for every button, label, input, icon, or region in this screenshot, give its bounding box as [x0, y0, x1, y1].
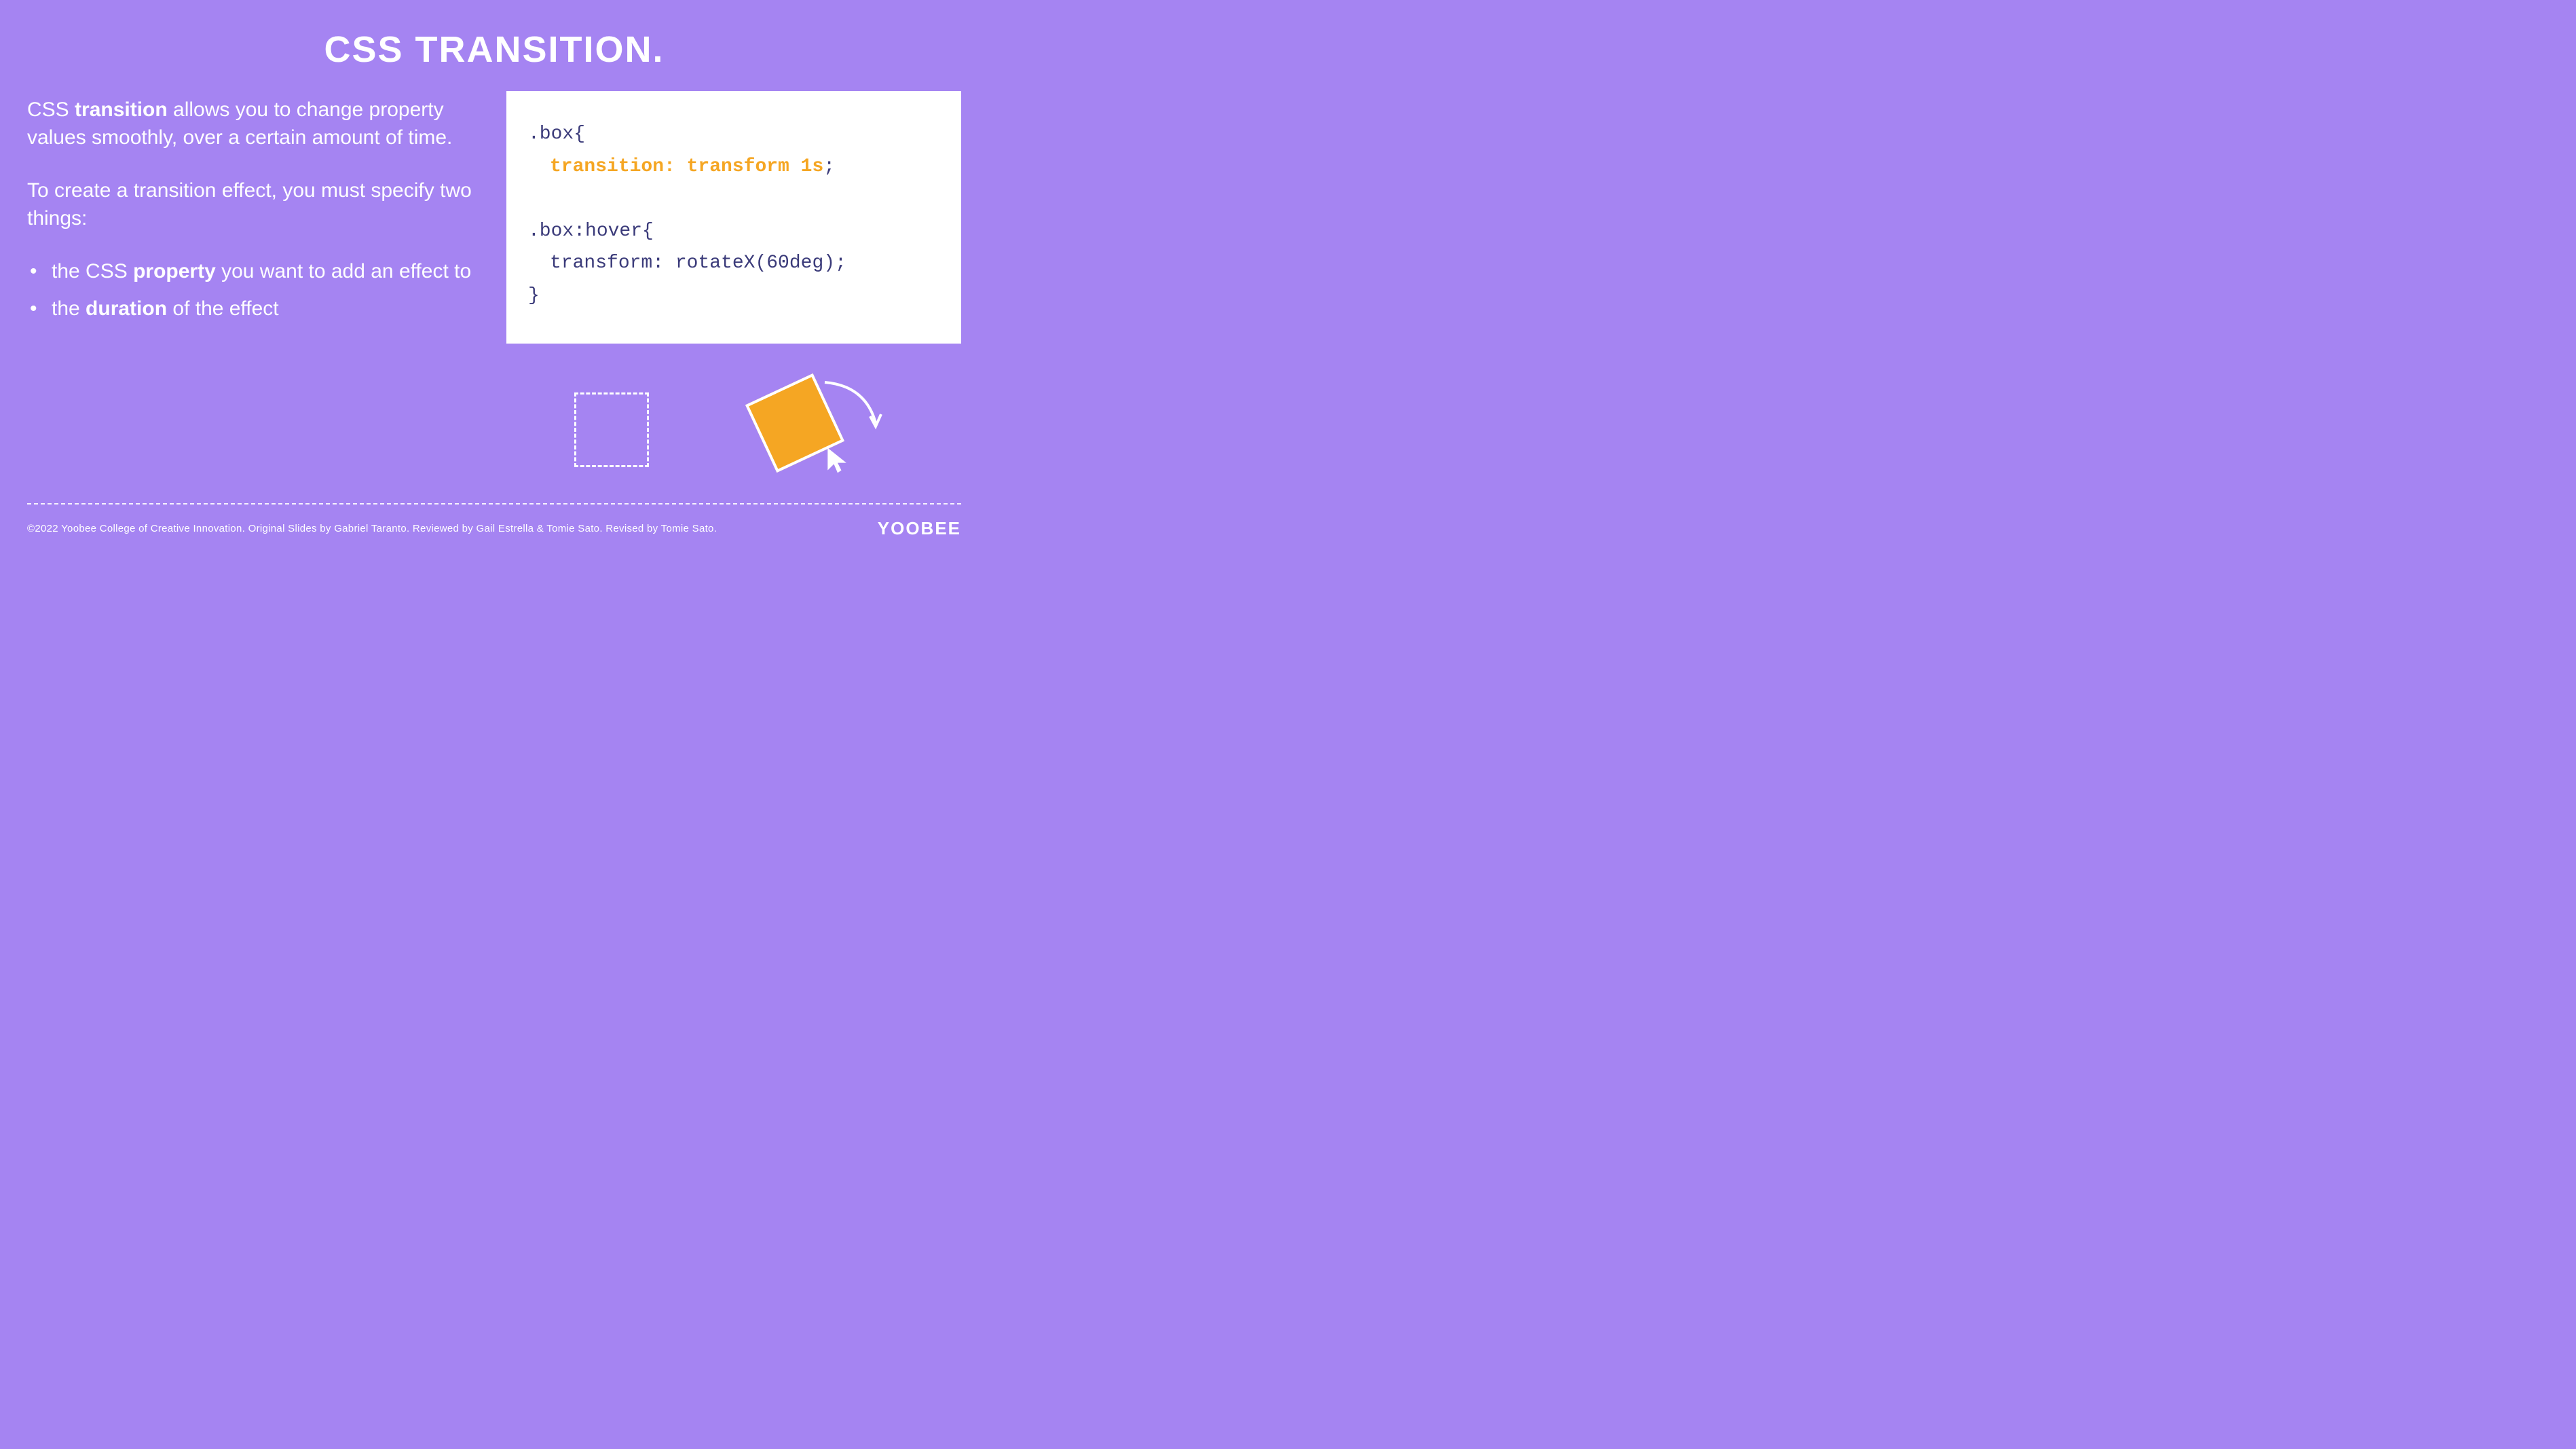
code-line: .box{ — [528, 118, 939, 151]
text-bold: transition — [75, 98, 168, 121]
divider — [27, 503, 961, 505]
text: you want to add an effect to — [216, 260, 471, 282]
yoobee-logo: YOOBEE — [878, 518, 961, 539]
text-bold: duration — [86, 297, 167, 320]
text: ; — [823, 156, 835, 177]
cursor-icon — [823, 445, 853, 475]
list-item: the CSS property you want to add an effe… — [52, 258, 479, 286]
paragraph-1: CSS transition allows you to change prop… — [27, 96, 479, 151]
text-bold: property — [133, 260, 216, 282]
page-title: CSS TRANSITION. — [0, 0, 988, 91]
text-column: CSS transition allows you to change prop… — [27, 91, 479, 344]
code-line: } — [528, 280, 939, 312]
copyright-text: ©2022 Yoobee College of Creative Innovat… — [27, 523, 717, 534]
text: the CSS — [52, 260, 133, 282]
content-row: CSS transition allows you to change prop… — [0, 91, 988, 344]
text: transform: rotateX(60deg); — [528, 247, 846, 280]
footer-row: ©2022 Yoobee College of Creative Innovat… — [27, 518, 961, 539]
bullet-list: the CSS property you want to add an effe… — [27, 258, 479, 323]
code-highlight: transition: transform 1s — [550, 156, 823, 177]
dashed-square-icon — [574, 392, 649, 467]
code-line: .box:hover{ — [528, 215, 939, 248]
illustration — [567, 379, 893, 494]
footer: ©2022 Yoobee College of Creative Innovat… — [0, 503, 988, 555]
text: the — [52, 297, 86, 320]
code-blank — [528, 183, 939, 215]
paragraph-2: To create a transition effect, you must … — [27, 177, 479, 232]
text: CSS — [27, 98, 75, 121]
list-item: the duration of the effect — [52, 295, 479, 323]
code-block: .box{ transition: transform 1s; .box:hov… — [506, 91, 961, 344]
code-line: transition: transform 1s; — [528, 151, 939, 183]
curved-arrow-icon — [815, 372, 889, 447]
code-line: transform: rotateX(60deg); — [528, 247, 939, 280]
text: of the effect — [167, 297, 279, 320]
